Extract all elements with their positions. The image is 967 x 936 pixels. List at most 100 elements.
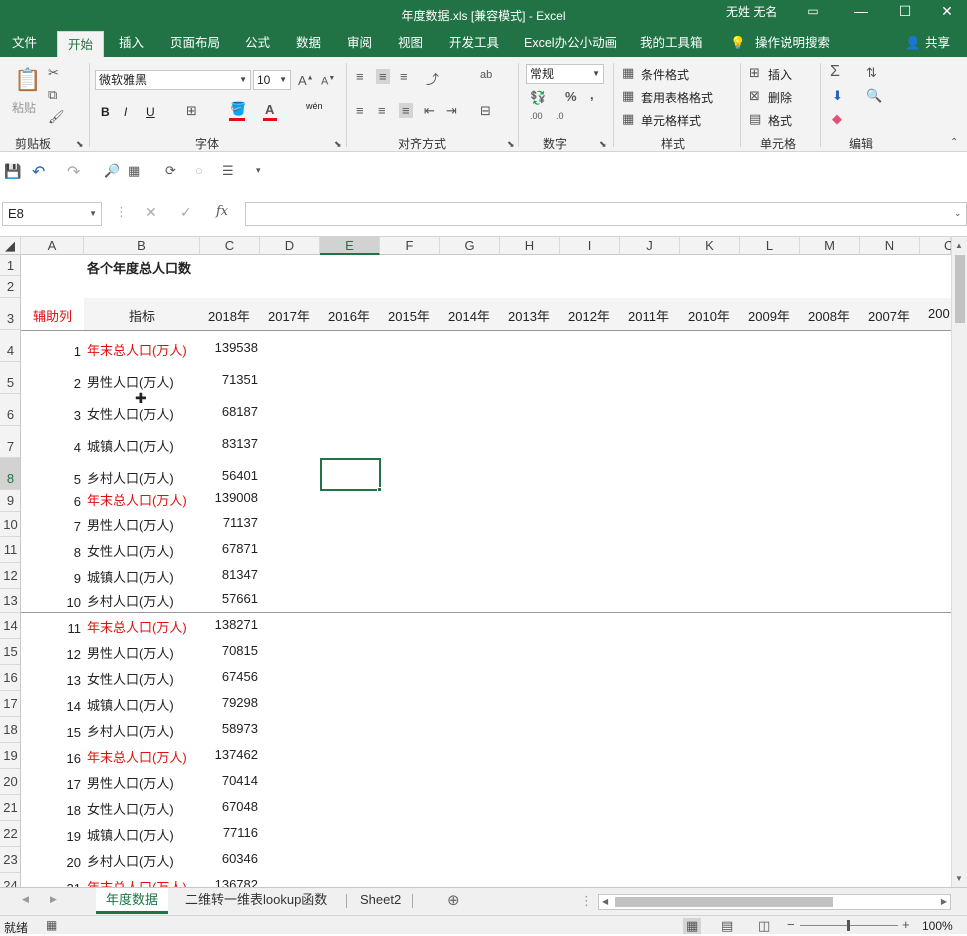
column-header-l[interactable]: L xyxy=(740,237,800,255)
row-header[interactable]: 5 xyxy=(0,362,20,394)
delete-cells-button[interactable]: 删除 xyxy=(768,89,792,106)
page-break-view-icon[interactable]: ◫ xyxy=(758,918,770,934)
form-icon[interactable]: ▦ xyxy=(128,163,140,179)
value-cell-2018[interactable]: 67048 xyxy=(200,799,258,814)
chevron-down-icon[interactable]: ▼ xyxy=(592,65,600,83)
indicator-label-cell[interactable]: 城镇人口(万人) xyxy=(87,436,174,455)
row-header[interactable]: 7 xyxy=(0,426,20,458)
year-header[interactable]: 2014年 xyxy=(448,306,490,325)
format-as-table-button[interactable]: 套用表格格式 xyxy=(641,89,713,106)
value-cell-2018[interactable]: 77116 xyxy=(200,825,258,840)
grow-font-icon[interactable]: A▲ xyxy=(298,73,314,88)
indicator-label-cell[interactable]: 城镇人口(万人) xyxy=(87,825,174,844)
tab-my-toolbox[interactable]: 我的工具箱 xyxy=(640,30,703,57)
tab-review[interactable]: 审阅 xyxy=(347,30,372,57)
zoom-level[interactable]: 100% xyxy=(922,919,953,933)
prev-sheet-icon[interactable]: ◀ xyxy=(22,894,29,905)
aux-number-cell[interactable]: 1 xyxy=(21,344,81,359)
year-header[interactable]: 2011年 xyxy=(628,306,669,325)
circle-icon[interactable]: ○ xyxy=(195,163,203,178)
refresh-icon[interactable]: ⟳ xyxy=(165,163,176,179)
chevron-down-icon[interactable]: ▼ xyxy=(89,203,97,225)
tab-view[interactable]: 视图 xyxy=(398,30,423,57)
aux-number-cell[interactable]: 10 xyxy=(21,595,81,610)
row-header[interactable]: 21 xyxy=(0,795,20,821)
user-name[interactable]: 无姓 无名 xyxy=(726,3,777,20)
scroll-thumb[interactable] xyxy=(955,255,965,323)
cut-icon[interactable]: ✂ xyxy=(48,65,59,81)
fill-handle[interactable] xyxy=(377,487,382,492)
scroll-down-icon[interactable]: ▼ xyxy=(955,874,963,883)
value-cell-2018[interactable]: 71351 xyxy=(200,372,258,387)
sheet-tab-annual-data[interactable]: 年度数据 xyxy=(96,888,169,914)
row-header[interactable]: 10 xyxy=(0,512,20,537)
value-cell-2018[interactable]: 68187 xyxy=(200,404,258,419)
merge-center-icon[interactable]: ⊟ xyxy=(480,103,491,119)
select-all-corner[interactable]: ◢ xyxy=(0,237,21,255)
row-header[interactable]: 15 xyxy=(0,639,20,665)
indicator-label-cell[interactable]: 年末总人口(万人) xyxy=(87,617,187,636)
value-cell-2018[interactable]: 58973 xyxy=(200,721,258,736)
indicator-header[interactable]: 指标 xyxy=(129,306,155,325)
row-header[interactable]: 24 xyxy=(0,873,20,887)
tab-excel-animation[interactable]: Excel办公小动画 xyxy=(524,30,617,57)
border-icon[interactable]: ⊞ xyxy=(186,103,197,119)
conditional-format-button[interactable]: 条件格式 xyxy=(641,66,689,83)
year-header[interactable]: 2012年 xyxy=(568,306,610,325)
decrease-indent-icon[interactable]: ⇤ xyxy=(424,103,435,119)
scroll-up-icon[interactable]: ▲ xyxy=(955,241,963,250)
next-sheet-icon[interactable]: ▶ xyxy=(50,894,57,905)
row-header[interactable]: 1 xyxy=(0,255,20,276)
indicator-label-cell[interactable]: 女性人口(万人) xyxy=(87,669,174,688)
paste-button[interactable]: 粘贴 xyxy=(12,99,36,116)
aux-number-cell[interactable]: 8 xyxy=(21,545,81,560)
indicator-label-cell[interactable]: 乡村人口(万人) xyxy=(87,721,174,740)
shrink-font-icon[interactable]: A▼ xyxy=(321,75,335,88)
indicator-label-cell[interactable]: 年末总人口(万人) xyxy=(87,490,187,509)
add-sheet-icon[interactable]: ⊕ xyxy=(447,891,460,909)
year-header[interactable]: 2015年 xyxy=(388,306,430,325)
column-header-k[interactable]: K xyxy=(680,237,740,255)
indicator-label-cell[interactable]: 城镇人口(万人) xyxy=(87,695,174,714)
minimize-icon[interactable]: — xyxy=(845,0,877,22)
aux-number-cell[interactable]: 4 xyxy=(21,440,81,455)
value-cell-2018[interactable]: 139008 xyxy=(200,490,258,505)
value-cell-2018[interactable]: 67871 xyxy=(200,541,258,556)
aux-number-cell[interactable]: 19 xyxy=(21,829,81,844)
list-tool-icon[interactable]: ☰ xyxy=(222,163,234,179)
column-header-d[interactable]: D xyxy=(260,237,320,255)
value-cell-2018[interactable]: 70414 xyxy=(200,773,258,788)
ribbon-display-icon[interactable]: ▭ xyxy=(797,0,829,22)
enter-icon[interactable]: ✓ xyxy=(180,204,192,221)
value-cell-2018[interactable]: 71137 xyxy=(200,515,258,530)
font-color-icon[interactable]: A xyxy=(265,102,274,117)
number-launcher-icon[interactable]: ⬊ xyxy=(599,139,607,150)
chevron-down-icon[interactable]: ▼ xyxy=(239,71,247,89)
aux-number-cell[interactable]: 5 xyxy=(21,472,81,487)
redo-icon[interactable]: ↷ xyxy=(67,162,80,182)
zoom-out-icon[interactable]: − xyxy=(787,917,795,932)
paste-icon[interactable]: 📋 xyxy=(14,67,41,93)
tab-file[interactable]: 文件 xyxy=(12,30,37,57)
clipboard-launcher-icon[interactable]: ⬊ xyxy=(76,139,84,150)
aux-number-cell[interactable]: 2 xyxy=(21,376,81,391)
column-header-a[interactable]: A xyxy=(21,237,84,255)
row-header[interactable]: 12 xyxy=(0,563,20,589)
aux-number-cell[interactable]: 15 xyxy=(21,725,81,740)
page-layout-view-icon[interactable]: ▤ xyxy=(721,918,733,934)
row-header[interactable]: 6 xyxy=(0,394,20,426)
find-select-icon[interactable]: 🔍 xyxy=(866,88,882,104)
align-center-icon[interactable]: ≡ xyxy=(378,103,386,118)
value-cell-2018[interactable]: 138271 xyxy=(200,617,258,632)
aux-number-cell[interactable]: 3 xyxy=(21,408,81,423)
row-header[interactable]: 18 xyxy=(0,717,20,743)
column-header-b[interactable]: B xyxy=(84,237,200,255)
aux-number-cell[interactable]: 16 xyxy=(21,751,81,766)
clear-icon[interactable]: ◆ xyxy=(832,111,842,127)
insert-cells-button[interactable]: 插入 xyxy=(768,66,792,83)
aux-number-cell[interactable]: 20 xyxy=(21,855,81,870)
chevron-down-icon[interactable]: ▼ xyxy=(279,71,287,89)
value-cell-2018[interactable]: 81347 xyxy=(200,567,258,582)
tab-developer[interactable]: 开发工具 xyxy=(449,30,499,57)
indicator-label-cell[interactable]: 城镇人口(万人) xyxy=(87,567,174,586)
